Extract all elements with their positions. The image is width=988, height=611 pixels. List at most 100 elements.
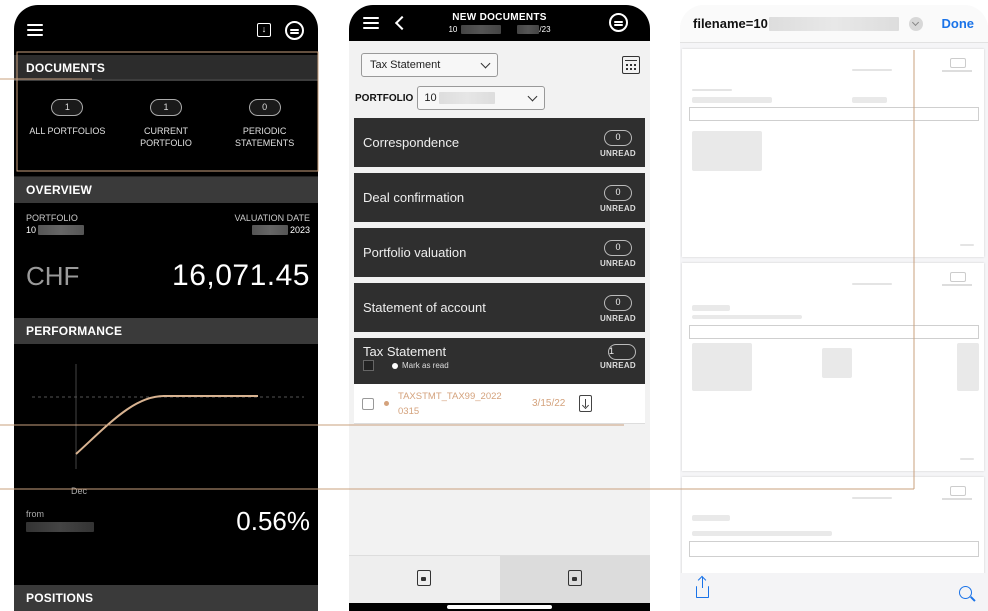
doc-summary-label-2: STATEMENTS — [235, 138, 295, 148]
portfolio-row: PORTFOLIO 10 — [349, 77, 650, 110]
phone-dashboard: ↓ DOCUMENTS 1 ALL PORTFOLIOS 1 CURRENT P… — [14, 5, 318, 611]
category-name: Tax Statement — [363, 344, 447, 359]
doc-summary-label-2: PORTFOLIO — [140, 138, 192, 148]
portfolio-select[interactable]: 10 — [417, 86, 546, 110]
filter-row: Tax Statement — [349, 41, 650, 77]
top-icons: ↓ — [257, 20, 304, 40]
menu-icon[interactable] — [27, 24, 43, 36]
unread-count: 0 — [603, 295, 632, 311]
preview-bottom-bar — [680, 573, 988, 611]
count-badge: 1 — [149, 99, 182, 116]
redacted-subtitle — [461, 25, 502, 34]
page-table-header — [689, 541, 979, 557]
unread-label: UNREAD — [599, 314, 636, 323]
done-button[interactable]: Done — [942, 16, 975, 31]
bottom-tab-bar — [349, 555, 650, 611]
performance-chart-svg: Dec — [32, 364, 304, 496]
share-icon[interactable] — [696, 577, 709, 598]
currency-code: CHF — [26, 261, 80, 291]
download-document-icon[interactable] — [579, 395, 593, 412]
mark-as-read-control[interactable]: Mark as read — [363, 360, 449, 371]
doc-summary-periodic-statements[interactable]: 0 PERIODIC STATEMENTS — [221, 97, 309, 176]
document-row[interactable]: TAXSTMT_TAX99_2022 0315 3/15/22 — [354, 384, 645, 424]
page-subtitle: 10 /23 — [349, 25, 650, 34]
performance-percent: 0.56% — [236, 506, 310, 536]
brand-logo-icon[interactable] — [285, 20, 304, 40]
document-type-select[interactable]: Tax Statement — [361, 53, 498, 77]
category-statement-of-account[interactable]: Statement of account 0 UNREAD — [354, 283, 645, 332]
performance-heading: PERFORMANCE — [14, 318, 318, 344]
redacted-subtitle-2 — [517, 25, 540, 34]
brand-logo-icon[interactable] — [609, 13, 628, 32]
doc-summary-current-portfolio[interactable]: 1 CURRENT PORTFOLIO — [122, 97, 210, 176]
top-bar: NEW DOCUMENTS 10 /23 — [349, 5, 650, 41]
redacted-file-name — [768, 16, 899, 31]
performance-chart: Dec — [14, 344, 318, 496]
phone-document-preview: filename=10 Done — [680, 5, 988, 611]
subtitle-left: 10 — [448, 25, 458, 34]
page-title: NEW DOCUMENTS — [452, 12, 547, 23]
title-block: NEW DOCUMENTS 10 /23 — [349, 12, 650, 34]
performance-summary: from 0.56% — [14, 506, 318, 537]
unread-count: 0 — [603, 130, 632, 146]
category-tax-statement[interactable]: Tax Statement 1 Mark as read UNREAD — [354, 338, 645, 384]
select-all-checkbox[interactable] — [363, 360, 374, 371]
bank-logo-icon — [942, 58, 972, 72]
redacted-date — [251, 225, 288, 235]
page-text — [692, 89, 732, 91]
page-text — [822, 348, 852, 378]
download-icon[interactable]: ↓ — [257, 23, 271, 37]
page-text — [692, 531, 832, 536]
redacted-from-date — [26, 522, 94, 532]
document-name-line1: TAXSTMT_TAX99_2022 — [398, 390, 502, 402]
portfolio-number: 10 — [26, 225, 37, 235]
category-name: Deal confirmation — [363, 190, 465, 205]
page-table-header — [689, 107, 979, 121]
unread-label: UNREAD — [599, 361, 636, 370]
unread-label: UNREAD — [599, 259, 636, 268]
page-text — [692, 97, 772, 103]
portfolio-label: PORTFOLIO — [355, 92, 414, 104]
overview-meta: PORTFOLIO 10 VALUATION DATE 2023 — [14, 203, 318, 235]
unread-count: 0 — [603, 240, 632, 256]
chevron-down-icon — [527, 91, 538, 101]
chevron-down-icon[interactable] — [908, 16, 923, 31]
doc-summary-label: PERIODIC — [242, 126, 287, 136]
read-dot-icon — [392, 362, 398, 369]
valuation-amount-row: CHF 16,071.45 — [14, 235, 318, 293]
document-date: 3/15/22 — [532, 398, 566, 409]
pdf-page — [682, 49, 984, 257]
doc-summary-label: ALL PORTFOLIOS — [29, 126, 106, 136]
calendar-icon[interactable] — [622, 56, 640, 74]
pdf-pages[interactable] — [680, 43, 988, 581]
file-name-text: filename=10 — [693, 16, 768, 31]
unread-label: UNREAD — [599, 204, 636, 213]
document-checkbox[interactable] — [362, 397, 374, 410]
category-correspondence[interactable]: Correspondence 0 UNREAD — [354, 118, 645, 167]
pdf-page — [682, 477, 984, 581]
page-text — [692, 515, 730, 521]
phone-new-documents: NEW DOCUMENTS 10 /23 Tax Statement PORTF… — [349, 5, 650, 611]
doc-summary-all-portfolios[interactable]: 1 ALL PORTFOLIOS — [23, 97, 111, 176]
category-portfolio-valuation[interactable]: Portfolio valuation 0 UNREAD — [354, 228, 645, 277]
home-indicator[interactable] — [447, 605, 552, 609]
unread-dot-icon — [384, 401, 389, 406]
unread-count: 1 — [608, 344, 636, 360]
category-deal-confirmation[interactable]: Deal confirmation 0 UNREAD — [354, 173, 645, 222]
page-text — [852, 283, 892, 285]
top-bar: ↓ — [14, 5, 318, 55]
portfolio-value: 10 — [424, 92, 437, 104]
category-list: Correspondence 0 UNREAD Deal confirmation… — [349, 118, 650, 424]
document-name[interactable]: TAXSTMT_TAX99_2022 0315 — [398, 389, 518, 419]
category-name: Statement of account — [363, 300, 486, 315]
page-text — [852, 69, 892, 71]
redacted-portfolio — [38, 225, 85, 235]
bank-logo-icon — [942, 272, 972, 286]
search-icon[interactable] — [959, 585, 972, 599]
valuation-year: 2023 — [289, 225, 310, 235]
documents-summary: 1 ALL PORTFOLIOS 1 CURRENT PORTFOLIO 0 P… — [14, 81, 318, 177]
page-number — [960, 244, 974, 246]
page-text — [692, 343, 752, 391]
lock-document-icon — [417, 570, 432, 586]
screenshot-stage: ↓ DOCUMENTS 1 ALL PORTFOLIOS 1 CURRENT P… — [0, 0, 988, 611]
